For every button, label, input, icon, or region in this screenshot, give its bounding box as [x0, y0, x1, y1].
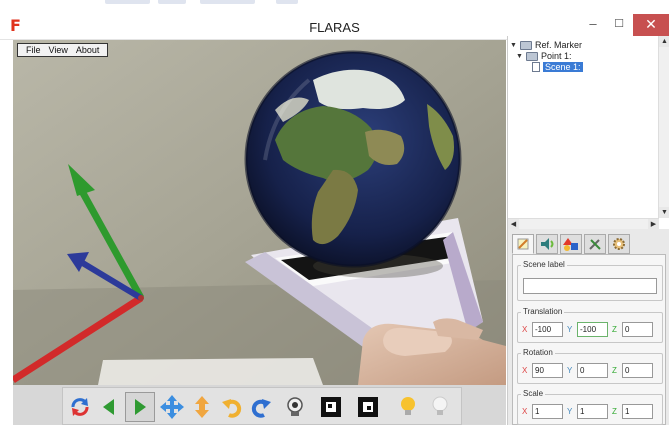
scene-icon	[532, 62, 540, 72]
light-off-icon	[432, 396, 448, 415]
menu-file[interactable]: File	[22, 44, 45, 56]
z-axis-label: Z	[612, 366, 617, 375]
rotation-x-input[interactable]: 90	[532, 363, 563, 378]
scroll-up-icon[interactable]: ▲	[659, 36, 669, 47]
tree-item-label: Ref. Marker	[535, 40, 583, 50]
tree-item-label: Scene 1:	[543, 62, 583, 72]
close-button[interactable]: ✕	[633, 14, 669, 36]
translation-y-input[interactable]: -100	[577, 322, 608, 337]
edit-icon	[517, 238, 529, 250]
globe-3d-model	[244, 50, 462, 268]
x-axis-label: X	[522, 407, 528, 416]
properties-body: Scene label Translation X -100 Y -100 Z …	[512, 254, 666, 425]
tree-horizontal-scrollbar[interactable]: ◀ ▶	[508, 218, 659, 230]
ar-viewport[interactable]: File View About	[13, 40, 506, 385]
rotate-left-button[interactable]	[217, 392, 247, 422]
translation-group: Translation X -100 Y -100 Z 0	[517, 307, 663, 343]
rotate-left-icon	[222, 399, 242, 418]
z-axis-label: Z	[612, 325, 617, 334]
tools-icon	[589, 239, 601, 250]
webcam-icon	[287, 397, 303, 416]
marker-alt-icon	[358, 397, 378, 417]
move-button[interactable]	[157, 392, 187, 422]
background-window-strip	[0, 0, 669, 14]
rotation-group: Rotation X 90 Y 0 Z 0	[517, 348, 663, 384]
settings-icon	[613, 238, 625, 250]
rotate-right-icon	[251, 399, 271, 418]
move-icon	[160, 395, 184, 419]
refresh-icon	[71, 398, 89, 416]
light-on-button[interactable]	[393, 392, 423, 422]
arrow-right-icon	[135, 399, 146, 415]
y-axis-label: Y	[567, 407, 573, 416]
properties-tabs	[512, 234, 630, 254]
scale-z-input[interactable]: 1	[622, 404, 653, 419]
translation-x-input[interactable]: -100	[532, 322, 563, 337]
arrow-left-icon	[103, 399, 114, 415]
scene-tree: ▼ Ref. Marker ▼ Point 1: Scene 1: ▲ ▼ ◀ …	[507, 36, 669, 230]
move-vertical-icon	[195, 396, 209, 418]
camera-scene	[13, 40, 506, 385]
scene-label-caption: Scene label	[521, 260, 567, 269]
tree-item-ref-marker[interactable]: ▼ Ref. Marker	[510, 40, 582, 50]
shapes-icon	[563, 238, 578, 251]
scroll-down-icon[interactable]: ▼	[659, 207, 669, 218]
light-on-icon	[401, 397, 415, 415]
scale-caption: Scale	[521, 389, 546, 398]
tab-settings[interactable]	[608, 234, 630, 254]
folder-icon	[520, 40, 532, 50]
light-off-button[interactable]	[425, 392, 455, 422]
bottom-toolbar	[62, 387, 462, 425]
marker-button[interactable]	[316, 392, 346, 422]
scene-label-input[interactable]	[523, 278, 657, 294]
sound-icon	[541, 238, 554, 250]
collapse-icon[interactable]: ▼	[510, 42, 517, 49]
collapse-icon[interactable]: ▼	[516, 53, 523, 60]
menu-view[interactable]: View	[45, 44, 72, 56]
tree-item-scene-1[interactable]: Scene 1:	[532, 62, 583, 72]
maximize-button[interactable]: ☐	[605, 14, 633, 36]
scale-group: Scale X 1 Y 1 Z 1	[517, 389, 663, 425]
scene-label-group: Scene label	[517, 260, 663, 301]
tree-vertical-scrollbar[interactable]: ▲ ▼	[658, 36, 669, 218]
tree-item-label: Point 1:	[541, 51, 572, 61]
viewport-menubar: File View About	[17, 43, 109, 57]
z-axis-label: Z	[612, 407, 617, 416]
translation-z-input[interactable]: 0	[622, 322, 653, 337]
previous-button[interactable]	[94, 392, 124, 422]
move-vertical-button[interactable]	[187, 392, 217, 422]
scale-x-input[interactable]: 1	[532, 404, 563, 419]
x-axis-label: X	[522, 325, 528, 334]
marker-alt-button[interactable]	[353, 392, 383, 422]
tree-item-point-1[interactable]: ▼ Point 1:	[516, 51, 572, 61]
y-axis-label: Y	[567, 366, 573, 375]
refresh-button[interactable]	[65, 392, 95, 422]
rotation-z-input[interactable]: 0	[622, 363, 653, 378]
marker-icon	[321, 397, 341, 417]
webcam-button[interactable]	[280, 392, 310, 422]
next-button[interactable]	[125, 392, 155, 422]
scale-y-input[interactable]: 1	[577, 404, 608, 419]
rotation-y-input[interactable]: 0	[577, 363, 608, 378]
x-axis-label: X	[522, 366, 528, 375]
minimize-button[interactable]: –	[579, 14, 607, 36]
tab-edit[interactable]	[512, 234, 534, 254]
properties-panel: Scene label Translation X -100 Y -100 Z …	[507, 229, 669, 425]
rotation-caption: Rotation	[521, 348, 555, 357]
rotate-right-button[interactable]	[246, 392, 276, 422]
tab-shapes[interactable]	[560, 234, 582, 254]
translation-caption: Translation	[521, 307, 565, 316]
window-title: FLARAS	[309, 20, 360, 35]
tab-tools[interactable]	[584, 234, 606, 254]
menu-about[interactable]: About	[72, 44, 104, 56]
tab-sound[interactable]	[536, 234, 558, 254]
y-axis-label: Y	[567, 325, 573, 334]
folder-icon	[526, 51, 538, 61]
